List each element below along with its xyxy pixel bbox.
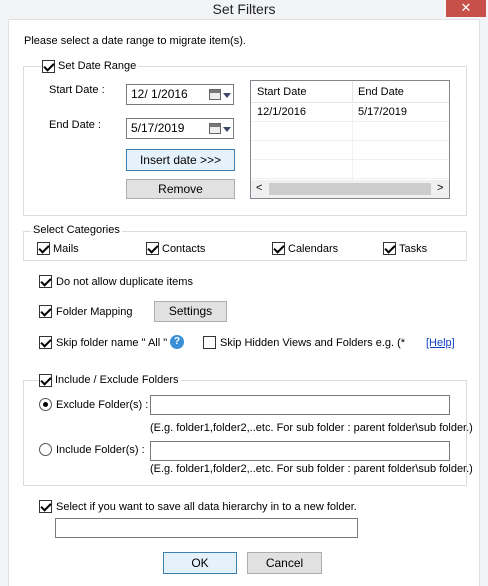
skip-hidden-checkbox[interactable]: [203, 336, 216, 349]
hierarchy-label: Select if you want to save all data hier…: [56, 501, 357, 513]
hierarchy-checkbox[interactable]: [39, 500, 52, 513]
horizontal-scrollbar[interactable]: < >: [251, 180, 449, 198]
skip-all-checkbox[interactable]: [39, 336, 52, 349]
include-folders-label: Include Folder(s) :: [56, 444, 145, 456]
hierarchy-folder-input[interactable]: [55, 518, 358, 538]
intro-text: Please select a date range to migrate it…: [24, 35, 246, 47]
column-header-end-date[interactable]: End Date: [358, 86, 404, 98]
contacts-checkbox[interactable]: [146, 242, 159, 255]
end-date-value: 5/17/2019: [131, 121, 185, 135]
window-title: Set Filters: [212, 1, 276, 17]
table-row[interactable]: 12/1/2016 5/17/2019: [251, 104, 449, 122]
column-header-start-date[interactable]: Start Date: [257, 86, 307, 98]
include-exclude-checkbox[interactable]: [39, 374, 52, 387]
chevron-down-icon[interactable]: [223, 127, 231, 132]
chevron-down-icon[interactable]: [223, 93, 231, 98]
start-date-value: 12/ 1/2016: [131, 87, 188, 101]
scroll-left-icon[interactable]: <: [256, 182, 262, 194]
ok-button[interactable]: OK: [163, 552, 237, 574]
empty-row: [251, 161, 449, 179]
no-duplicates-label: Do not allow duplicate items: [56, 276, 193, 288]
exclude-folders-label: Exclude Folder(s) :: [56, 399, 149, 411]
mails-checkbox[interactable]: [37, 242, 50, 255]
end-date-label: End Date :: [49, 119, 101, 131]
contacts-label: Contacts: [162, 243, 206, 255]
help-icon[interactable]: ?: [170, 335, 184, 349]
exclude-folders-radio[interactable]: [39, 398, 52, 411]
start-date-picker[interactable]: 12/ 1/2016: [126, 84, 234, 105]
exclude-folders-input[interactable]: [150, 395, 450, 415]
column-divider: [352, 81, 353, 103]
dialog-body: Please select a date range to migrate it…: [8, 19, 480, 586]
calendar-icon[interactable]: [209, 89, 221, 100]
mails-label: Mails: [53, 243, 79, 255]
settings-button[interactable]: Settings: [154, 301, 227, 322]
calendar-icon[interactable]: [209, 123, 221, 134]
cancel-button[interactable]: Cancel: [247, 552, 322, 574]
close-button[interactable]: ✕: [446, 0, 486, 17]
tasks-label: Tasks: [399, 243, 428, 255]
remove-button[interactable]: Remove: [126, 179, 235, 199]
set-date-range-label: Set Date Range: [56, 60, 139, 72]
skip-hidden-label: Skip Hidden Views and Folders e.g. (*: [220, 337, 406, 349]
calendars-label: Calendars: [288, 243, 339, 255]
table-header: Start Date End Date: [251, 81, 449, 103]
tasks-checkbox[interactable]: [383, 242, 396, 255]
empty-row: [251, 142, 449, 160]
include-exclude-legend: Include / Exclude Folders: [53, 374, 181, 386]
set-date-range-checkbox[interactable]: [42, 60, 55, 73]
title-bar: Set Filters ✕: [0, 0, 488, 19]
categories-legend: Select Categories: [31, 224, 122, 236]
skip-all-label: Skip folder name " All ": [56, 337, 168, 349]
table-cell-start: 12/1/2016: [257, 106, 306, 118]
include-folders-radio[interactable]: [39, 443, 52, 456]
column-divider: [352, 104, 353, 180]
folder-mapping-label: Folder Mapping: [56, 306, 133, 318]
include-folders-input[interactable]: [150, 441, 450, 461]
help-link[interactable]: [Help]: [426, 337, 455, 349]
start-date-label: Start Date :: [49, 84, 105, 96]
exclude-hint: (E.g. folder1,folder2,..etc. For sub fol…: [150, 422, 473, 434]
table-cell-end: 5/17/2019: [358, 106, 407, 118]
include-hint: (E.g. folder1,folder2,..etc. For sub fol…: [150, 463, 473, 475]
end-date-picker[interactable]: 5/17/2019: [126, 118, 234, 139]
folder-mapping-checkbox[interactable]: [39, 305, 52, 318]
empty-row: [251, 123, 449, 141]
calendars-checkbox[interactable]: [272, 242, 285, 255]
insert-date-button[interactable]: Insert date >>>: [126, 149, 235, 171]
scroll-right-icon[interactable]: >: [437, 182, 443, 194]
no-duplicates-checkbox[interactable]: [39, 275, 52, 288]
date-range-table[interactable]: Start Date End Date 12/1/2016 5/17/2019 …: [250, 80, 450, 199]
scrollbar-thumb[interactable]: [269, 183, 431, 195]
